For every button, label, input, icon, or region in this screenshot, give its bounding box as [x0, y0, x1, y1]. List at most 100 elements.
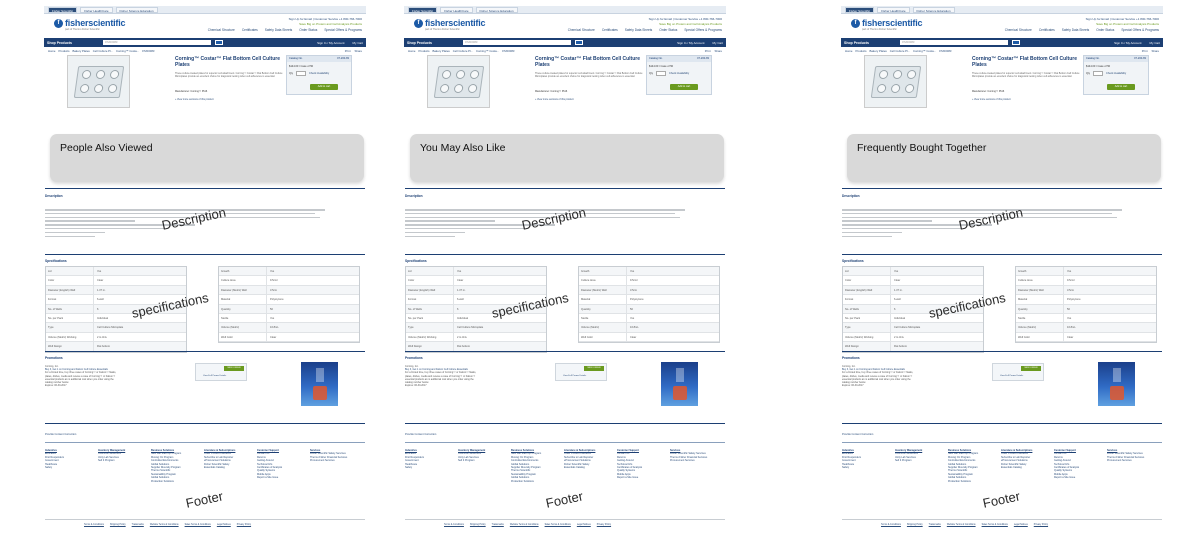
add-to-cart-button[interactable]: Add to cart [670, 84, 698, 90]
view-more-versions-link[interactable]: + View more versions of this product [535, 98, 574, 101]
share-link[interactable]: Share [355, 49, 362, 53]
footer-legal-link[interactable]: Legal Notices [577, 524, 591, 526]
footer-legal-link[interactable]: Trademarks [929, 524, 941, 526]
footer-legal-link[interactable]: Terms & Conditions [84, 524, 104, 526]
product-image[interactable] [427, 55, 490, 108]
breadcrumb-item[interactable]: Cell Culture Pl... [453, 49, 473, 53]
search-button[interactable] [1012, 40, 1020, 45]
search-button[interactable] [575, 40, 583, 45]
footer-link[interactable]: Procurement Services [1107, 459, 1160, 462]
cart-link[interactable]: My Cart [353, 41, 364, 45]
offer-card[interactable]: NEW OFFER View Full Promo Details [195, 363, 247, 381]
footer-link[interactable]: Safety [45, 466, 98, 469]
footer-legal-link[interactable]: Terms & Conditions [444, 524, 464, 526]
nav-chemical-structure[interactable]: Chemical Structure [208, 28, 235, 32]
nav-safety-data-sheets[interactable]: Safety Data Sheets [625, 28, 652, 32]
view-promo-details-link[interactable]: View Full Promo Details [203, 375, 226, 377]
check-availability-link[interactable]: Check Availability [309, 72, 329, 75]
footer-link[interactable]: Production Solutions [511, 480, 564, 483]
footer-legal-link[interactable]: Terms & Conditions [881, 524, 901, 526]
product-image[interactable] [67, 55, 130, 108]
footer-legal-link[interactable]: Website Terms & Conditions [947, 524, 976, 526]
tab-fisher-science-education[interactable]: Fisher Science Education [115, 6, 158, 13]
nav-certificates[interactable]: Certificates [1039, 28, 1055, 32]
provide-correction-link[interactable]: Provide Content Correction [405, 433, 436, 436]
tab-fisher-healthcare[interactable]: Fisher HealthCare [877, 6, 910, 13]
breadcrumb-item[interactable]: Home [408, 49, 415, 53]
cart-link[interactable]: My Cart [1150, 41, 1161, 45]
search-input[interactable]: 07200083 [103, 40, 211, 45]
breadcrumb-item[interactable]: Home [48, 49, 55, 53]
print-link[interactable]: Print [705, 49, 711, 53]
share-link[interactable]: Share [1152, 49, 1159, 53]
footer-legal-link[interactable]: Trademarks [492, 524, 504, 526]
breadcrumb-item[interactable]: Products [58, 49, 69, 53]
tab-fisher-healthcare[interactable]: Fisher HealthCare [80, 6, 113, 13]
footer-link[interactable]: Report a Site Issue [257, 476, 310, 479]
provide-correction-link[interactable]: Provide Content Correction [842, 433, 873, 436]
tab-fisher-scientific[interactable]: Fisher Scientific [48, 6, 78, 13]
search-input[interactable]: 07200083 [900, 40, 1008, 45]
share-link[interactable]: Share [715, 49, 722, 53]
logo[interactable]: f fisherscientific part of Thermo Fisher… [414, 18, 486, 31]
nav-order-status[interactable]: Order Status [299, 28, 317, 32]
footer-legal-link[interactable]: Privacy Policy [1034, 524, 1048, 526]
footer-link[interactable]: Report a Site Issue [1054, 476, 1107, 479]
nav-special-offers[interactable]: Special Offers & Programs [1121, 28, 1159, 32]
footer-legal-link[interactable]: Shipping Policy [470, 524, 486, 526]
footer-legal-link[interactable]: Sales Terms & Conditions [185, 524, 211, 526]
footer-legal-link[interactable]: Privacy Policy [597, 524, 611, 526]
quantity-input[interactable] [1093, 71, 1104, 76]
footer-link[interactable]: Report a Site Issue [617, 476, 670, 479]
logo[interactable]: f fisherscientific part of Thermo Fisher… [851, 18, 923, 31]
tab-fisher-scientific[interactable]: Fisher Scientific [408, 6, 438, 13]
product-image[interactable] [864, 55, 927, 108]
footer-link[interactable]: Procurement Services [670, 459, 723, 462]
provide-correction-link[interactable]: Provide Content Correction [45, 433, 76, 436]
shop-products-menu[interactable]: Shop Products [844, 41, 896, 45]
quantity-input[interactable] [656, 71, 667, 76]
shop-products-menu[interactable]: Shop Products [407, 41, 459, 45]
header-promo-link[interactable]: Save Big on Protein and Cell Analysis Pr… [649, 22, 722, 27]
print-link[interactable]: Print [1142, 49, 1148, 53]
nav-safety-data-sheets[interactable]: Safety Data Sheets [265, 28, 292, 32]
view-more-versions-link[interactable]: + View more versions of this product [175, 98, 214, 101]
view-promo-details-link[interactable]: View Full Promo Details [563, 375, 586, 377]
check-availability-link[interactable]: Check Availability [669, 72, 689, 75]
sign-in-link[interactable]: Sign In / My Account [317, 41, 344, 45]
footer-link[interactable]: Sell It Program [98, 459, 151, 462]
footer-legal-link[interactable]: Website Terms & Conditions [150, 524, 179, 526]
footer-link[interactable]: Essentials Catalog [204, 466, 257, 469]
nav-chemical-structure[interactable]: Chemical Structure [1005, 28, 1032, 32]
footer-legal-link[interactable]: Shipping Policy [110, 524, 126, 526]
search-input[interactable]: 07200083 [463, 40, 571, 45]
tab-fisher-healthcare[interactable]: Fisher HealthCare [440, 6, 473, 13]
search-button[interactable] [215, 40, 223, 45]
nav-certificates[interactable]: Certificates [242, 28, 258, 32]
quantity-input[interactable] [296, 71, 307, 76]
add-to-cart-button[interactable]: Add to cart [1107, 84, 1135, 90]
sign-in-link[interactable]: Sign In / My Account [1114, 41, 1141, 45]
footer-legal-link[interactable]: Legal Notices [1014, 524, 1028, 526]
breadcrumb-item[interactable]: Corning™ Costa... [913, 49, 936, 53]
tab-fisher-science-education[interactable]: Fisher Science Education [912, 6, 955, 13]
footer-legal-link[interactable]: Sales Terms & Conditions [545, 524, 571, 526]
footer-link[interactable]: Essentials Catalog [1001, 466, 1054, 469]
logo[interactable]: f fisherscientific part of Thermo Fisher… [54, 18, 126, 31]
breadcrumb-item[interactable]: Bakery Plates [73, 49, 90, 53]
footer-legal-link[interactable]: Shipping Policy [907, 524, 923, 526]
breadcrumb-item[interactable]: Bakery Plates [433, 49, 450, 53]
footer-link[interactable]: Safety [842, 466, 895, 469]
nav-order-status[interactable]: Order Status [1096, 28, 1114, 32]
footer-legal-link[interactable]: Website Terms & Conditions [510, 524, 539, 526]
view-promo-details-link[interactable]: View Full Promo Details [1000, 375, 1023, 377]
footer-legal-link[interactable]: Legal Notices [217, 524, 231, 526]
check-availability-link[interactable]: Check Availability [1106, 72, 1126, 75]
tab-fisher-scientific[interactable]: Fisher Scientific [845, 6, 875, 13]
view-more-versions-link[interactable]: + View more versions of this product [972, 98, 1011, 101]
nav-special-offers[interactable]: Special Offers & Programs [324, 28, 362, 32]
footer-link[interactable]: Procurement Services [310, 459, 363, 462]
footer-link[interactable]: Essentials Catalog [564, 466, 617, 469]
header-promo-link[interactable]: Save Big on Protein and Cell Analysis Pr… [289, 22, 362, 27]
footer-link[interactable]: Sell It Program [895, 459, 948, 462]
